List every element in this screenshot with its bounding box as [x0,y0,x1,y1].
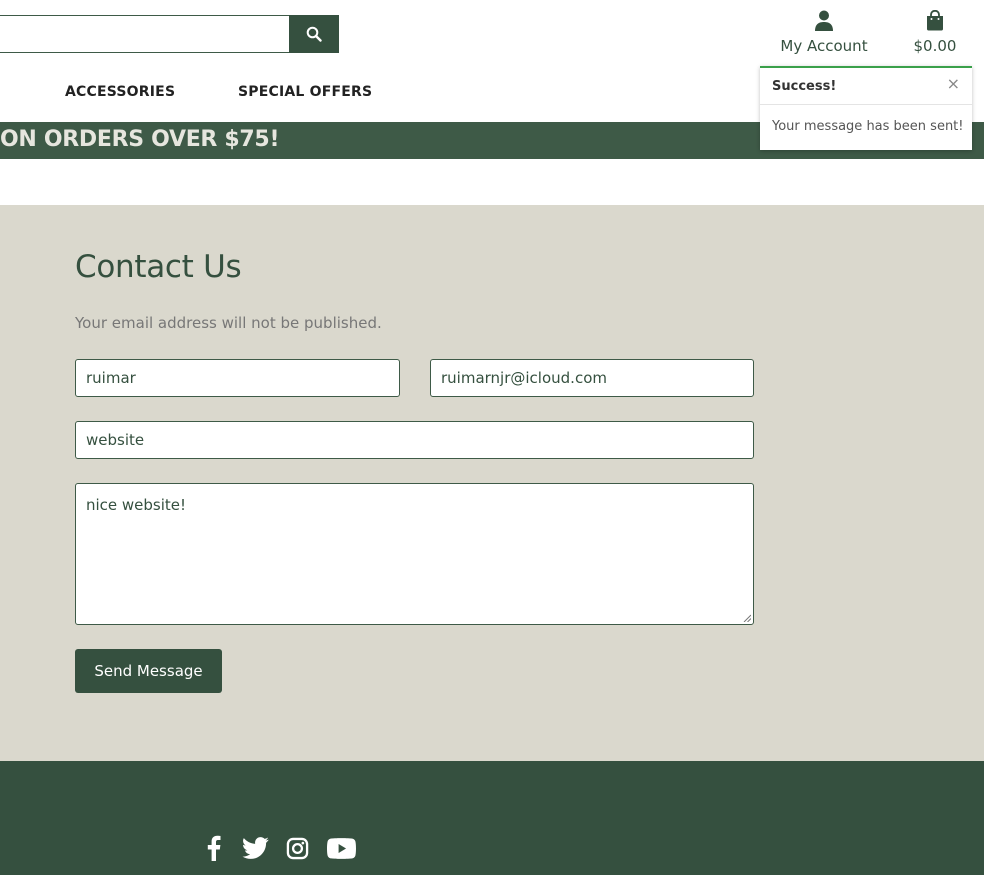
toast-header: Success! × [760,68,972,105]
contact-section: Contact Us Your email address will not b… [0,205,984,761]
email-field[interactable]: ruimarnjr@icloud.com [430,359,754,397]
toast-title: Success! [772,79,837,94]
privacy-note: Your email address will not be published… [75,314,382,332]
promo-banner-text: ON ORDERS OVER $75! [0,127,280,152]
footer [0,761,984,875]
search-button[interactable] [289,15,339,53]
user-icon [815,10,833,31]
my-account-label: My Account [780,37,868,55]
message-textarea[interactable]: nice website! [75,483,754,625]
name-field[interactable]: ruimar [75,359,400,397]
instagram-link[interactable] [284,834,310,862]
success-toast: Success! × Your message has been sent! [760,66,972,150]
website-field[interactable]: website [75,421,754,459]
close-icon[interactable]: × [947,76,960,92]
search-input[interactable] [0,15,290,53]
instagram-icon [286,837,308,859]
cart-link[interactable]: $0.00 [906,10,964,55]
resize-handle-icon[interactable] [743,614,751,622]
facebook-link[interactable] [204,834,224,862]
nav-item-accessories[interactable]: ACCESSORIES [65,84,175,100]
toast-message: Your message has been sent! [772,119,964,134]
search-icon [306,26,322,42]
youtube-icon [326,837,356,859]
facebook-icon [207,835,221,861]
cart-total-label: $0.00 [913,37,957,55]
my-account-link[interactable]: My Account [776,10,872,55]
send-message-button[interactable]: Send Message [75,649,222,693]
shopping-bag-icon [927,10,943,31]
message-text: nice website! [86,496,187,514]
nav-item-special-offers[interactable]: SPECIAL OFFERS [238,84,372,100]
twitter-icon [241,837,269,859]
youtube-link[interactable] [326,834,356,862]
page-title: Contact Us [75,249,242,285]
twitter-link[interactable] [240,834,270,862]
